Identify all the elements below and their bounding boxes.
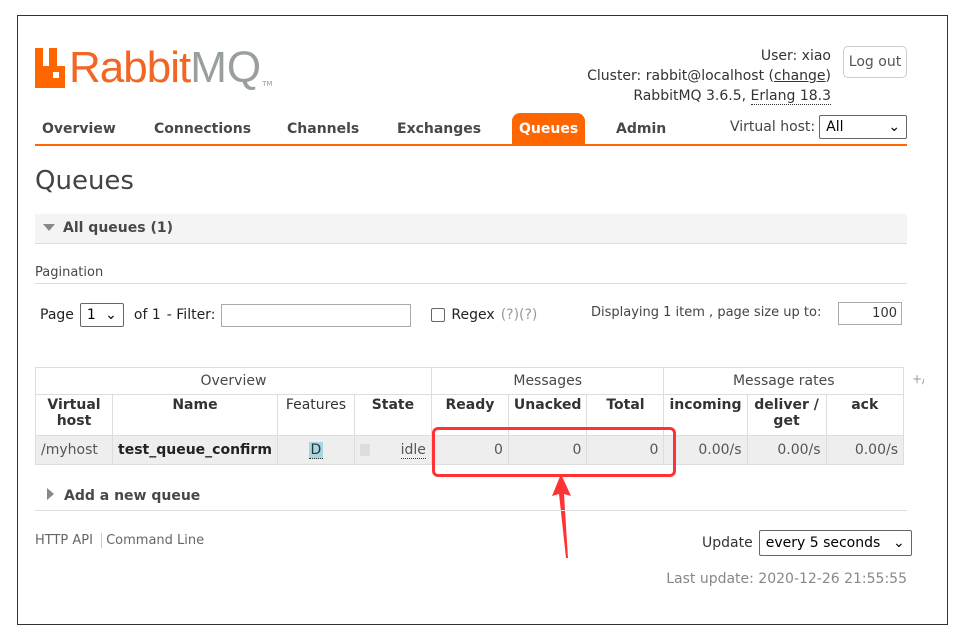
footer-links: HTTP API Command Line: [35, 533, 204, 548]
tab-exchanges[interactable]: Exchanges: [390, 113, 488, 144]
triangle-down-icon: [43, 224, 55, 231]
page-size-input[interactable]: 100: [838, 302, 902, 325]
regex-checkbox[interactable]: [431, 308, 446, 322]
triangle-right-icon: [47, 488, 54, 500]
add-queue-toggle[interactable]: Add a new queue: [35, 484, 907, 511]
rabbitmq-logo: Rabbit MQ TM: [35, 44, 272, 90]
chevron-down-icon: ⌄: [892, 535, 905, 551]
command-line-link[interactable]: Command Line: [106, 533, 204, 548]
change-cluster-link[interactable]: change: [774, 68, 826, 84]
all-queues-toggle[interactable]: All queues (1): [35, 214, 907, 244]
chevron-down-icon: ⌄: [105, 307, 117, 323]
filter-input[interactable]: [221, 303, 412, 327]
tab-queues[interactable]: Queues: [512, 113, 586, 144]
regex-help-link[interactable]: (?)(?): [501, 307, 538, 323]
pagination-heading: Pagination: [35, 265, 907, 284]
page-select[interactable]: 1 ⌄: [79, 303, 124, 327]
erlang-version: Erlang 18.3: [750, 88, 831, 105]
username: xiao: [801, 48, 831, 64]
last-update: Last update: 2020-12-26 21:55:55: [666, 571, 907, 587]
http-api-link[interactable]: HTTP API: [35, 533, 93, 548]
columns-toggle[interactable]: +/-: [912, 372, 924, 386]
tab-connections[interactable]: Connections: [147, 113, 258, 144]
chevron-down-icon: ⌄: [888, 119, 901, 135]
logo-icon: [35, 48, 65, 88]
virtual-host-select[interactable]: All ⌄: [819, 115, 908, 139]
filter-bar: Page 1 ⌄ of 1 - Filter: Regex (?)(?): [40, 303, 537, 327]
page-title: Queues: [35, 166, 134, 196]
tab-admin[interactable]: Admin: [609, 113, 673, 144]
user-info: User: xiao Cluster: rabbit@localhost (ch…: [587, 48, 831, 105]
update-interval-select[interactable]: every 5 seconds ⌄: [758, 530, 912, 556]
queue-name-link[interactable]: test_queue_confirm: [112, 435, 278, 465]
tab-channels[interactable]: Channels: [280, 113, 366, 144]
state-indicator: [359, 444, 370, 456]
tab-overview[interactable]: Overview: [35, 113, 123, 144]
virtual-host-filter: Virtual host: All ⌄: [730, 115, 908, 139]
update-control: Update every 5 seconds ⌄: [702, 530, 912, 556]
durable-badge: D: [308, 442, 324, 459]
logout-button[interactable]: Log out: [843, 46, 907, 78]
annotation-highlight: [432, 427, 676, 477]
